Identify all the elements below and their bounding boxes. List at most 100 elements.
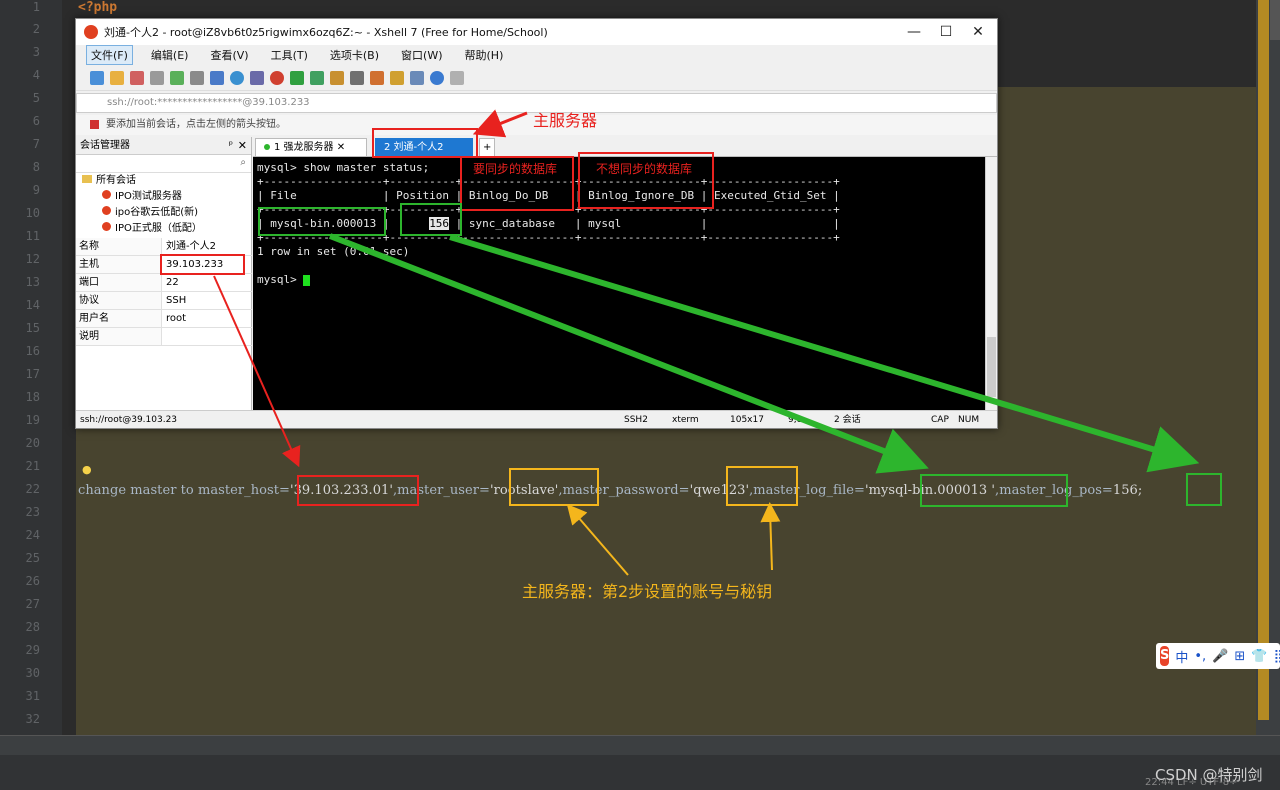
find-icon[interactable]	[190, 70, 204, 85]
menu-view[interactable]: 查看(V)	[206, 46, 252, 64]
status-sessions[interactable]: 2 会话	[834, 411, 861, 429]
prop-key: 说明	[76, 328, 162, 345]
close-panel-icon[interactable]: ✕	[238, 137, 247, 155]
close-button[interactable]: ✕	[958, 19, 998, 45]
account-note-label: 主服务器：第2步设置的账号与秘钥	[522, 582, 773, 601]
terminal-row: | mysql-bin.000013 | 156 | sync_database…	[257, 217, 840, 230]
microphone-icon[interactable]: 🎤	[1212, 649, 1228, 664]
chat-icon[interactable]	[450, 70, 464, 85]
watermark: CSDN @特别剑	[1155, 766, 1263, 784]
menu-tabs[interactable]: 选项卡(B)	[326, 46, 383, 64]
search-icon[interactable]: ⌕	[240, 157, 246, 168]
line-number: 5	[32, 91, 40, 105]
add-tab-button[interactable]: +	[479, 138, 495, 157]
xshell-app-icon	[84, 25, 98, 39]
tab-session-1[interactable]: 1 强龙服务器 ✕	[255, 138, 367, 157]
compose-icon[interactable]	[390, 70, 404, 85]
pin-icon[interactable]: ᵖ	[229, 137, 233, 155]
tree-session[interactable]: ipo谷歌云低配(新)	[82, 205, 251, 221]
layout-icon[interactable]	[410, 70, 424, 85]
line-number: 25	[25, 551, 40, 565]
prop-value: SSH	[166, 295, 187, 306]
line-number: 12	[25, 252, 40, 266]
code-password: 'qwe123'	[689, 483, 750, 498]
new-session-icon[interactable]	[90, 70, 104, 85]
tree-label: IPO正式服（低配）	[115, 223, 202, 234]
sql-change-master-line: change master to master_host='39.103.233…	[78, 483, 1142, 498]
line-number: 27	[25, 597, 40, 611]
hint-text: 要添加当前会话，点击左侧的箭头按钮。	[106, 119, 286, 130]
bookmark-icon[interactable]	[90, 120, 99, 129]
lock-icon[interactable]	[330, 70, 344, 85]
prop-row: 名称 刘通-个人2	[76, 238, 252, 256]
editor-scrollbar[interactable]	[1258, 0, 1269, 720]
session-search[interactable]: ⌕	[76, 155, 251, 173]
session-manager-title: 会话管理器	[80, 140, 130, 151]
position-value: 156	[429, 217, 450, 230]
tree-all-sessions[interactable]: 所有会话	[82, 173, 251, 189]
menu-edit[interactable]: 编辑(E)	[147, 46, 193, 64]
title-bar[interactable]: 刘通-个人2 - root@iZ8vb6t0z5rigwimx6ozq6Z:~ …	[76, 19, 997, 45]
disconnect-icon[interactable]	[130, 70, 144, 85]
keyboard-icon[interactable]	[350, 70, 364, 85]
line-number: 9	[32, 183, 40, 197]
status-terminal-type: xterm	[672, 415, 699, 425]
tab-bar: 1 强龙服务器 ✕ 2 刘通-个人2 +	[253, 137, 997, 157]
menu-grid-icon[interactable]: ⣿	[1273, 649, 1280, 664]
line-number: 20	[25, 436, 40, 450]
reconnect-icon[interactable]	[150, 70, 164, 85]
tree-label: IPO测试服务器	[115, 191, 182, 202]
line-number: 18	[25, 390, 40, 404]
xshell-status-bar: ssh://root@39.103.23 SSH2 xterm 105x17 9…	[76, 410, 997, 428]
help-icon[interactable]	[430, 70, 444, 85]
copy-icon[interactable]	[170, 70, 184, 85]
tree-session[interactable]: IPO正式服（低配）	[82, 221, 251, 235]
properties-icon[interactable]	[210, 70, 224, 85]
prop-value: 39.103.233	[166, 259, 224, 270]
ime-toolbar[interactable]: S 中 •, 🎤 ⊞ 👕 ⣿	[1156, 643, 1280, 669]
terminal-cursor	[303, 274, 311, 286]
tab-session-2[interactable]: 2 刘通-个人2	[375, 138, 473, 157]
fullscreen-icon[interactable]	[310, 70, 324, 85]
ime-chinese-mode[interactable]: 中	[1175, 647, 1188, 666]
menu-help[interactable]: 帮助(H)	[461, 46, 508, 64]
tree-session[interactable]: IPO测试服务器	[82, 189, 251, 205]
line-number: 29	[25, 643, 40, 657]
prop-row: 用户名 root	[76, 310, 252, 328]
menu-window[interactable]: 窗口(W)	[397, 46, 446, 64]
menu-tools[interactable]: 工具(T)	[267, 46, 312, 64]
do-db-label: 要同步的数据库	[473, 162, 558, 176]
xshell-window[interactable]: 刘通-个人2 - root@iZ8vb6t0z5rigwimx6ozq6Z:~ …	[75, 18, 998, 429]
ime-punctuation-icon[interactable]: •,	[1194, 649, 1206, 664]
terminal-scrollbar[interactable]	[985, 157, 997, 410]
font-icon[interactable]	[250, 70, 264, 85]
line-number: 22	[25, 482, 40, 496]
ide-status-bar	[0, 755, 1280, 790]
menu-file[interactable]: 文件(F)	[86, 45, 133, 65]
terminal[interactable]: mysql> show master status; +------------…	[253, 157, 985, 410]
keyboard-icon[interactable]: ⊞	[1234, 649, 1245, 664]
status-caps: CAP	[931, 415, 949, 425]
code-log-pos: 156;	[1112, 483, 1143, 498]
line-number: 28	[25, 620, 40, 634]
database-tool-tab[interactable]	[1270, 0, 1280, 40]
highlight-icon[interactable]	[370, 70, 384, 85]
session-tree: 所有会话 IPO测试服务器 ipo谷歌云低配(新) IPO正式服（低配）	[76, 173, 251, 235]
lightbulb-icon[interactable]: ●	[82, 463, 92, 476]
line-number: 14	[25, 298, 40, 312]
scroll-thumb[interactable]	[987, 337, 996, 397]
skin-icon[interactable]: 👕	[1251, 649, 1267, 664]
code-part: change master to master_host=	[78, 483, 290, 498]
terminal-text: | mysql-bin.000013 |	[257, 217, 430, 230]
code-part: ,master_log_file=	[749, 483, 865, 498]
terminal-text: | sync_database | mysql | |	[449, 217, 840, 230]
xftp-icon[interactable]	[270, 70, 284, 85]
xshell-icon[interactable]	[290, 70, 304, 85]
code-log-file: 'mysql-bin.000013 '	[864, 483, 996, 498]
code-part: ,master_log_pos=	[995, 483, 1113, 498]
open-folder-icon[interactable]	[110, 70, 124, 85]
connected-dot-icon	[264, 144, 270, 150]
globe-icon[interactable]	[230, 70, 244, 85]
sogou-logo-icon[interactable]: S	[1160, 646, 1170, 666]
prop-value: 22	[166, 277, 179, 288]
